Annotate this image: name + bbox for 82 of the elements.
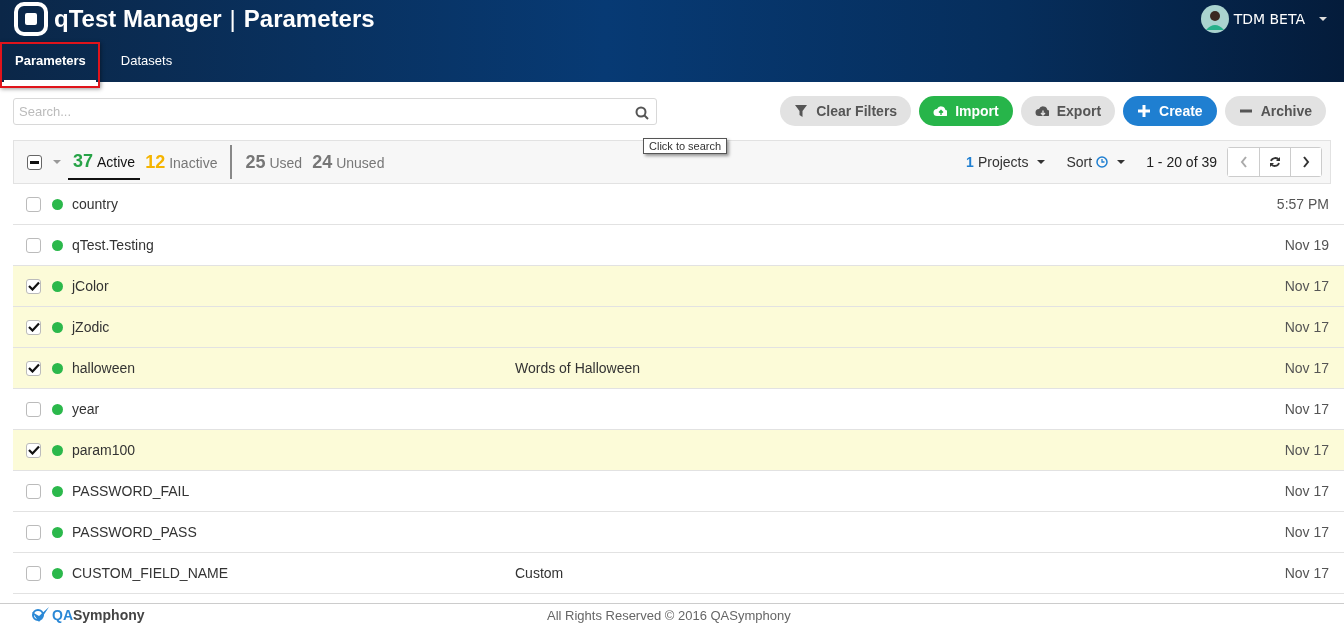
table-row[interactable]: PASSWORD_PASS Nov 17 [13,512,1344,553]
modified-date: Nov 17 [1284,319,1329,335]
projects-dropdown[interactable]: 1 Projects [966,154,1047,170]
plus-icon [1137,104,1152,118]
next-page-button[interactable] [1290,148,1321,176]
select-all-checkbox[interactable] [27,154,42,170]
table-row[interactable]: param100 Nov 17 [13,430,1344,471]
table-row[interactable]: halloween Words of Halloween Nov 17 [13,348,1344,389]
export-button[interactable]: Export [1020,96,1116,126]
parameter-description: Custom [515,565,565,581]
table-row[interactable]: CUSTOM_FIELD_NAME Custom Nov 17 [13,553,1344,594]
logo-icon [14,2,48,36]
row-checkbox[interactable] [26,401,41,417]
parameter-name: qTest.Testing [72,237,155,253]
modified-date: Nov 17 [1284,401,1329,417]
table-row[interactable]: jColor Nov 17 [13,266,1344,307]
cloud-upload-icon [933,104,948,118]
caret-icon [1318,16,1328,22]
refresh-icon [1269,156,1281,168]
parameter-name: jColor [72,278,110,294]
modified-date: Nov 17 [1284,524,1329,540]
sort-dropdown[interactable]: Sort [1066,154,1127,170]
row-checkbox[interactable] [26,483,41,499]
row-checkbox[interactable] [26,565,41,581]
parameter-name: PASSWORD_PASS [72,524,198,540]
row-checkbox[interactable] [26,360,41,376]
archive-button[interactable]: Archive [1224,96,1326,126]
check-icon [27,445,40,455]
create-button[interactable]: Create [1123,96,1217,126]
filter-tab[interactable]: 24 Unused [307,145,390,179]
clear-filters-button[interactable]: Clear Filters [780,96,912,126]
parameter-name: year [72,401,101,417]
row-checkbox[interactable] [26,196,41,212]
table-row[interactable]: PASSWORD_FAIL Nov 17 [13,471,1344,512]
row-checkbox[interactable] [26,319,41,335]
cloud-download-icon [1034,104,1049,118]
table-row[interactable]: country 5:57 PM [13,184,1344,225]
row-checkbox[interactable] [26,442,41,458]
caret-icon [1116,159,1127,165]
check-icon [27,322,40,332]
caret-icon [52,159,62,165]
modified-date: 5:57 PM [1276,196,1329,212]
clock-icon [1096,156,1109,168]
tab[interactable]: Datasets [109,42,183,80]
tooltip: Click to search [643,137,728,154]
chevron-left-icon [1239,156,1248,168]
caret-icon [1036,159,1047,165]
row-checkbox[interactable] [26,524,41,540]
modified-date: Nov 17 [1284,442,1329,458]
filter-tab[interactable]: 25 Used [240,145,308,179]
filter-tab[interactable]: 37 Active [68,144,141,180]
parameter-description: Words of Halloween [515,360,642,376]
page-title: Parameters [243,5,375,33]
avatar-icon [1200,5,1229,33]
title-separator: | [229,5,236,33]
modified-date: Nov 17 [1284,483,1329,499]
modified-date: Nov 17 [1284,278,1329,294]
check-icon [27,281,40,291]
parameter-name: jZodic [72,319,111,335]
funnel-icon [794,104,809,118]
modified-date: Nov 17 [1284,360,1329,376]
pagination-text: 1 - 20 of 39 [1146,154,1217,170]
brand-name: QASymphony [52,607,145,623]
user-menu[interactable]: TDM BETA [1200,5,1328,33]
search-icon [635,105,649,120]
table-row[interactable]: jZodic Nov 17 [13,307,1344,348]
check-icon [27,363,40,373]
modified-date: Nov 17 [1284,565,1329,581]
copyright-text: All Rights Reserved © 2016 QASymphony [547,607,791,623]
parameter-name: PASSWORD_FAIL [72,483,191,499]
parameter-name: halloween [72,360,137,376]
modified-date: Nov 19 [1284,237,1329,253]
chevron-right-icon [1302,156,1310,168]
tab[interactable]: Parameters [4,42,96,82]
row-checkbox[interactable] [26,237,41,253]
parameter-name: country [72,196,119,212]
row-checkbox[interactable] [26,278,41,294]
check-logo-icon [30,606,50,624]
parameter-name: CUSTOM_FIELD_NAME [72,565,230,581]
search-field[interactable]: Search... [13,97,657,125]
app-name: qTest Manager [54,5,222,33]
parameter-name: param100 [72,442,137,458]
